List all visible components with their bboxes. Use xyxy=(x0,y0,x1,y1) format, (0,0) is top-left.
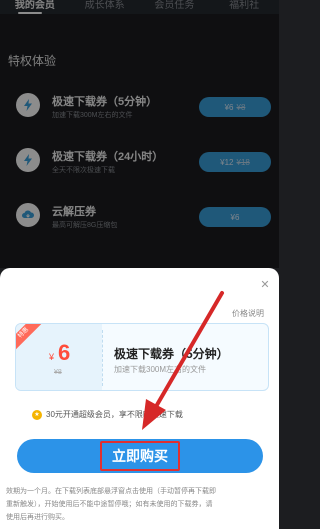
promo-text: 30元开通超级会员，享不限时极速下载 xyxy=(46,410,183,419)
lightning-icon xyxy=(16,93,40,117)
price-button[interactable]: ¥12 ¥18 xyxy=(199,152,271,172)
tab-welfare[interactable]: 福利社 xyxy=(209,0,279,14)
privilege-desc: 加速下载300M左右的文件 xyxy=(52,112,133,119)
coupon-card[interactable]: 特惠 ¥ 6 ¥8 极速下载券（5分钟） 加速下载300M左右的文件 xyxy=(15,323,269,391)
coupon-divider xyxy=(102,330,103,386)
price-old: ¥8 xyxy=(236,102,246,112)
privilege-title: 极速下载券（24小时） xyxy=(52,151,164,163)
privilege-desc: 全天不限次极速下载 xyxy=(52,167,115,174)
price-current: ¥12 xyxy=(220,157,234,167)
price-current: ¥6 xyxy=(224,102,234,112)
usage-note-line: 使用后再进行购买。 xyxy=(6,514,69,521)
top-tabs: 我的会员 成长体系 会员任务 福利社 xyxy=(0,0,279,14)
usage-note-line: 效期为一个月。在下载列表底部悬浮窗点击使用（手动暂停再下载即 xyxy=(6,488,216,495)
privilege-item-cloud-unzip[interactable]: 云解压券 最高可解压8G压缩包 ¥6 xyxy=(0,190,279,245)
privilege-desc: 最高可解压8G压缩包 xyxy=(52,222,118,229)
price-button[interactable]: ¥6 ¥8 xyxy=(199,97,271,117)
coupon-currency: ¥ xyxy=(49,352,55,362)
price-current: ¥6 xyxy=(230,212,240,222)
coupon-title: 极速下载券（5分钟） xyxy=(114,347,229,361)
coupon-old-price: ¥8 xyxy=(54,369,62,376)
close-icon[interactable]: ✕ xyxy=(257,276,273,292)
price-note-link[interactable]: 价格说明 xyxy=(232,308,264,319)
tab-member-tasks[interactable]: 会员任务 xyxy=(140,0,210,14)
section-title: 特权体验 xyxy=(8,54,57,68)
buy-now-label: 立即购买 xyxy=(100,441,180,471)
coupon-amount: 6 xyxy=(58,340,71,365)
vip-badge-icon: ★ xyxy=(32,409,42,420)
purchase-sheet: ✕ 价格说明 特惠 ¥ 6 ¥8 极速下载券（5分钟） 加速下载300M左右的文… xyxy=(0,268,279,529)
cloud-unzip-icon xyxy=(16,203,40,227)
privilege-item-speed-5min[interactable]: 极速下载券（5分钟） 加速下载300M左右的文件 ¥6 ¥8 xyxy=(0,80,279,135)
lightning-icon xyxy=(16,148,40,172)
buy-now-button[interactable]: 立即购买 xyxy=(17,439,263,473)
privilege-title: 极速下载券（5分钟） xyxy=(52,96,158,108)
privilege-list: 极速下载券（5分钟） 加速下载300M左右的文件 ¥6 ¥8 极速下载券（24小… xyxy=(0,80,279,245)
usage-note-line: 重新触发），开始使用后不能中途暂停哦；如有未使用的下载券，请 xyxy=(6,501,213,508)
active-tab-underline xyxy=(18,12,42,14)
tab-growth-system[interactable]: 成长体系 xyxy=(70,0,140,14)
privilege-item-speed-24h[interactable]: 极速下载券（24小时） 全天不限次极速下载 ¥12 ¥18 xyxy=(0,135,279,190)
price-old: ¥18 xyxy=(236,157,250,167)
usage-note: 效期为一个月。在下载列表底部悬浮窗点击使用（手动暂停再下载即 重新触发），开始使… xyxy=(6,485,274,524)
coupon-desc: 加速下载300M左右的文件 xyxy=(114,365,207,374)
privilege-title: 云解压券 xyxy=(52,206,96,218)
price-button[interactable]: ¥6 xyxy=(199,207,271,227)
promo-banner[interactable]: ★ 30元开通超级会员，享不限时极速下载 xyxy=(32,409,183,420)
